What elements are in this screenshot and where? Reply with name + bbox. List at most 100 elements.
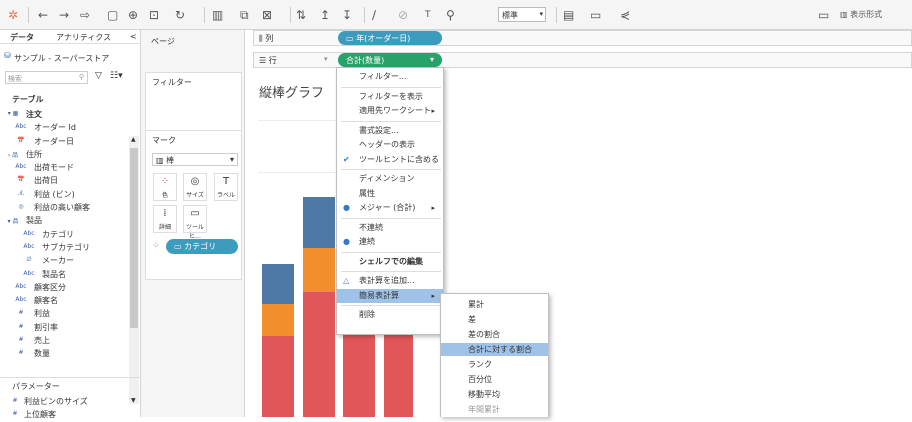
tableau-logo-icon[interactable]: ✲: [8, 7, 18, 23]
menu-item[interactable]: 書式設定...: [337, 124, 443, 138]
refresh-icon[interactable]: ↻: [175, 7, 185, 23]
field-item[interactable]: Abc 顧客名: [0, 294, 128, 307]
menu-item[interactable]: 簡易表計算 ▸: [337, 288, 443, 303]
shelf-dropdown-icon[interactable]: ▾: [324, 55, 328, 63]
labels-icon[interactable]: T: [425, 7, 431, 23]
field-item[interactable]: Abc オーダー Id: [0, 121, 128, 134]
collapse-pane-button[interactable]: <: [130, 32, 137, 41]
sum-quantity-pill[interactable]: 合計(数量) ▾: [338, 53, 442, 67]
field-item[interactable]: .ıl. 利益 (ビン): [0, 188, 128, 201]
tab-analytics[interactable]: アナリティクス: [56, 32, 111, 43]
menu-item[interactable]: 削除: [337, 308, 443, 322]
bar-segment[interactable]: [262, 336, 294, 417]
menu-item[interactable]: シェルフでの編集: [337, 255, 443, 269]
field-item[interactable]: # 売上: [0, 334, 128, 347]
category-color-pill[interactable]: ▭ カテゴリ: [166, 239, 238, 254]
submenu-item[interactable]: 年間累計: [441, 403, 548, 416]
field-item[interactable]: # 数量: [0, 347, 128, 360]
field-item[interactable]: 📅 出荷日: [0, 174, 128, 187]
undo-icon[interactable]: ←: [38, 7, 48, 23]
parameter-item[interactable]: # 上位顧客: [0, 408, 141, 421]
pause-updates-icon[interactable]: ⊡: [149, 7, 159, 23]
replace-data-icon[interactable]: ⇨: [80, 7, 90, 23]
field-item[interactable]: Abc 顧客区分: [0, 281, 128, 294]
view-options-icon[interactable]: ☷▾: [110, 71, 123, 81]
field-item[interactable]: ∅ メーカー: [0, 254, 128, 267]
menu-item[interactable]: ● メジャー (合計) ▸: [337, 201, 443, 215]
color-button[interactable]: ⁘ 色: [153, 173, 177, 201]
show-cards-icon[interactable]: ▤: [563, 7, 574, 23]
scroll-up-icon[interactable]: ▲: [131, 136, 136, 143]
bar-segment[interactable]: [303, 248, 335, 292]
menu-item[interactable]: ディメンション: [337, 172, 443, 186]
menu-item[interactable]: 属性: [337, 187, 443, 201]
datasource-name[interactable]: サンプル - スーパーストア: [14, 53, 109, 64]
field-item[interactable]: Abc カテゴリ: [0, 228, 128, 241]
field-item[interactable]: Abc 出荷モード: [0, 161, 128, 174]
sort-descending-icon[interactable]: ↧: [342, 7, 352, 23]
pill-menu-icon[interactable]: ▾: [430, 55, 434, 64]
presentation-mode-icon[interactable]: ▭: [590, 7, 601, 23]
swap-rows-columns-icon[interactable]: ⇅: [296, 7, 306, 23]
columns-shelf[interactable]: ⫼ 列 ▭ 年(オーダー日): [253, 30, 912, 46]
submenu-item[interactable]: 累計: [441, 298, 548, 311]
detail-button[interactable]: ⁞ 詳細: [153, 205, 177, 233]
field-item[interactable]: ▾ ▦ 注文: [0, 108, 128, 121]
bar-segment[interactable]: [262, 304, 294, 336]
field-item[interactable]: Abc 製品名: [0, 268, 128, 281]
field-item[interactable]: 📅 オーダー日: [0, 135, 128, 148]
parameter-item[interactable]: # 利益ビンのサイズ: [0, 395, 141, 408]
field-item[interactable]: Abc サブカテゴリ: [0, 241, 128, 254]
field-type-icon: ∅: [26, 256, 32, 264]
group-icon[interactable]: ⊘: [398, 7, 408, 23]
rows-shelf[interactable]: ☰ 行 ▾ 合計(数量) ▾: [253, 52, 912, 68]
menu-item[interactable]: △ 表計算を追加...: [337, 274, 443, 288]
field-item[interactable]: ◎ 利益の高い顧客: [0, 201, 128, 214]
submenu-item[interactable]: 差の割合: [441, 328, 548, 341]
submenu-item[interactable]: ランク: [441, 358, 548, 371]
year-order-date-pill[interactable]: ▭ 年(オーダー日): [338, 31, 442, 45]
save-icon[interactable]: ▢: [107, 7, 118, 23]
field-item[interactable]: # 利益: [0, 307, 128, 320]
mark-type-select[interactable]: ▥ 棒 ▾: [152, 153, 238, 166]
bar-segment[interactable]: [384, 331, 413, 417]
menu-item[interactable]: フィルターを表示: [337, 90, 443, 104]
duplicate-sheet-icon[interactable]: ⧉: [240, 7, 249, 23]
menu-item[interactable]: 不連続: [337, 221, 443, 235]
comment-icon[interactable]: ▭: [818, 7, 829, 23]
highlight-icon[interactable]: ∕: [372, 7, 376, 23]
menu-item[interactable]: ✔ ツールヒントに含める: [337, 153, 443, 167]
menu-item[interactable]: ヘッダーの表示: [337, 138, 443, 152]
fix-axes-icon[interactable]: ⚲: [446, 7, 455, 23]
field-item[interactable]: › 品住所: [0, 148, 128, 161]
new-datasource-icon[interactable]: ⊕: [128, 7, 138, 23]
clear-sheet-icon[interactable]: ⊠: [262, 7, 272, 23]
redo-icon[interactable]: →: [59, 7, 69, 23]
size-button[interactable]: ◎ サイズ: [183, 173, 207, 201]
scrollbar-thumb[interactable]: [130, 148, 138, 328]
show-me-button[interactable]: ▥ 表示形式: [840, 7, 908, 23]
field-list-scrollbar[interactable]: ▲ ▼: [129, 136, 139, 404]
tab-data[interactable]: データ: [10, 32, 34, 43]
submenu-item[interactable]: 百分位: [441, 373, 548, 386]
bar-segment[interactable]: [303, 292, 335, 417]
filter-icon[interactable]: ▽: [95, 71, 102, 81]
field-search-input[interactable]: 検索 ⚲: [5, 71, 88, 84]
menu-item[interactable]: フィルター...: [337, 70, 443, 84]
menu-item[interactable]: ● 連続: [337, 235, 443, 249]
tooltip-button[interactable]: ▭ ツールヒ...: [183, 205, 207, 240]
pages-card[interactable]: ページ: [145, 30, 242, 64]
fit-select[interactable]: 標準 ▾: [498, 7, 546, 22]
submenu-item[interactable]: 合計に対する割合: [441, 343, 548, 356]
field-item[interactable]: # 割引率: [0, 321, 128, 334]
share-icon[interactable]: ⋞: [620, 7, 630, 23]
bar-segment[interactable]: [303, 197, 335, 248]
new-worksheet-icon[interactable]: ▥: [212, 7, 223, 23]
submenu-item[interactable]: 差: [441, 313, 548, 326]
label-button[interactable]: T ラベル: [214, 173, 238, 201]
submenu-item[interactable]: 移動平均: [441, 388, 548, 401]
sort-ascending-icon[interactable]: ↥: [320, 7, 330, 23]
bar-segment[interactable]: [262, 264, 294, 304]
field-item[interactable]: ▾ 品製品: [0, 214, 128, 227]
menu-item[interactable]: 適用先ワークシート ▸: [337, 104, 443, 118]
